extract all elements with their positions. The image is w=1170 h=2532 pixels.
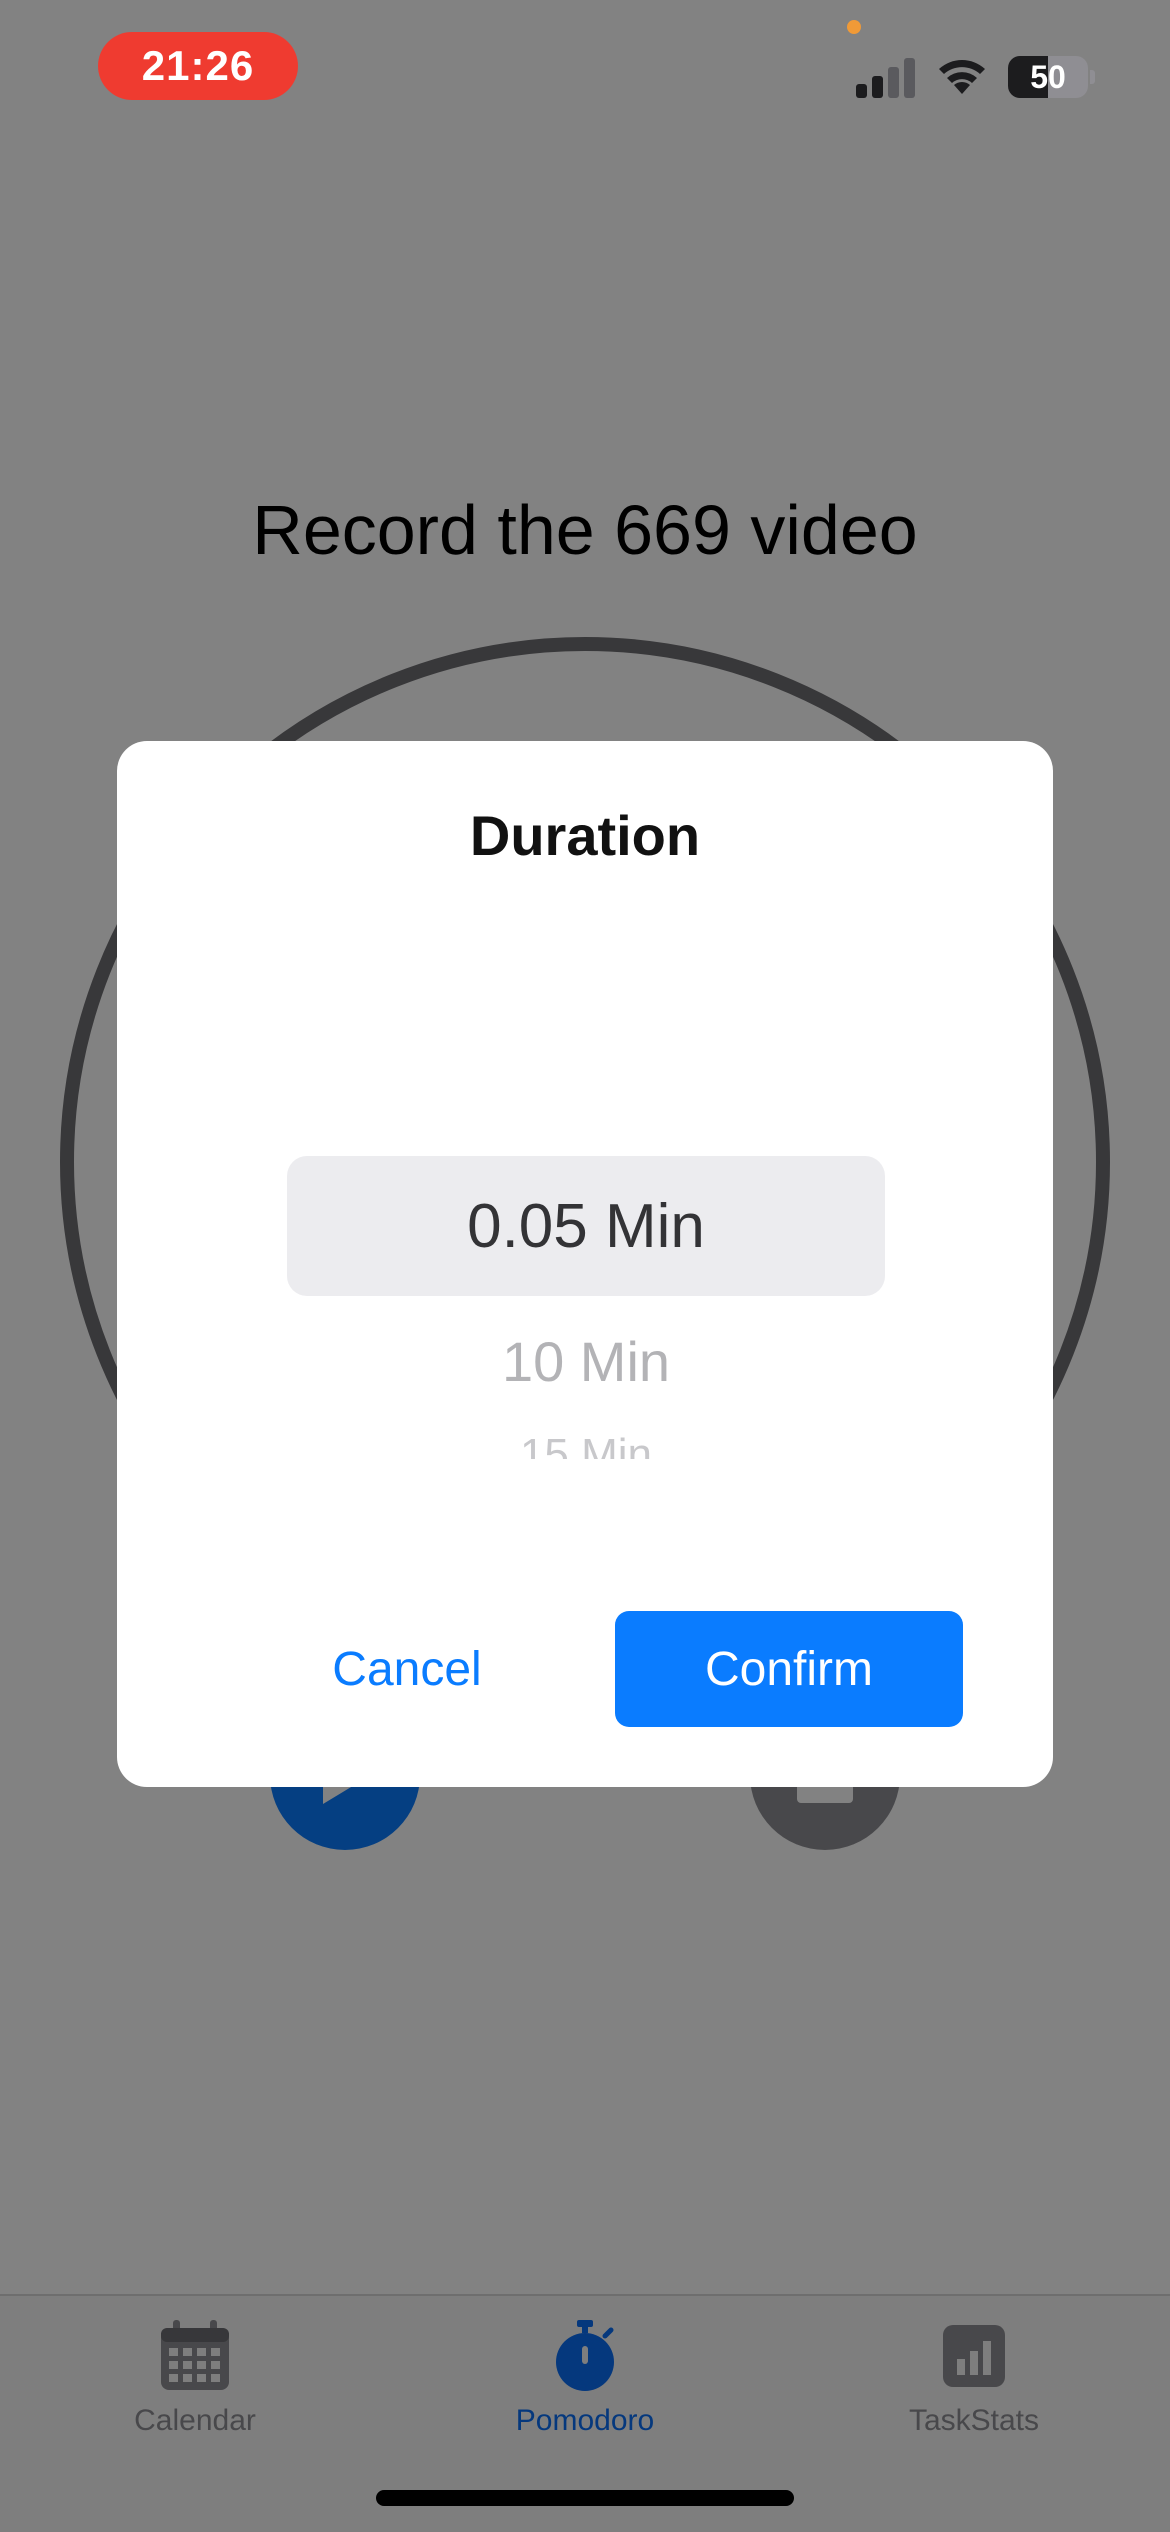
picker-option[interactable]: 15 Min (287, 1425, 885, 1459)
battery-tip (1090, 70, 1095, 84)
battery-icon: 50 (1008, 56, 1088, 98)
recording-time-pill[interactable]: 21:26 (98, 32, 298, 100)
status-time: 21:26 (141, 42, 255, 89)
pomodoro-screen: Record the 669 video Calendar Pomodoro T… (0, 0, 1170, 2532)
cellular-signal-icon (856, 56, 918, 98)
battery-percent: 50 (1030, 58, 1066, 95)
dialog-title: Duration (469, 804, 701, 867)
duration-dialog: Duration 0.05 Min 10 Min 15 Min Cancel C… (117, 741, 1053, 1787)
confirm-button[interactable]: Confirm (615, 1611, 963, 1727)
picker-selected-option[interactable]: 0.05 Min (287, 1156, 885, 1296)
picker-option[interactable]: 10 Min (287, 1321, 885, 1401)
cancel-button[interactable]: Cancel (257, 1611, 557, 1727)
wifi-icon (934, 54, 990, 98)
microphone-indicator-dot (847, 20, 861, 34)
